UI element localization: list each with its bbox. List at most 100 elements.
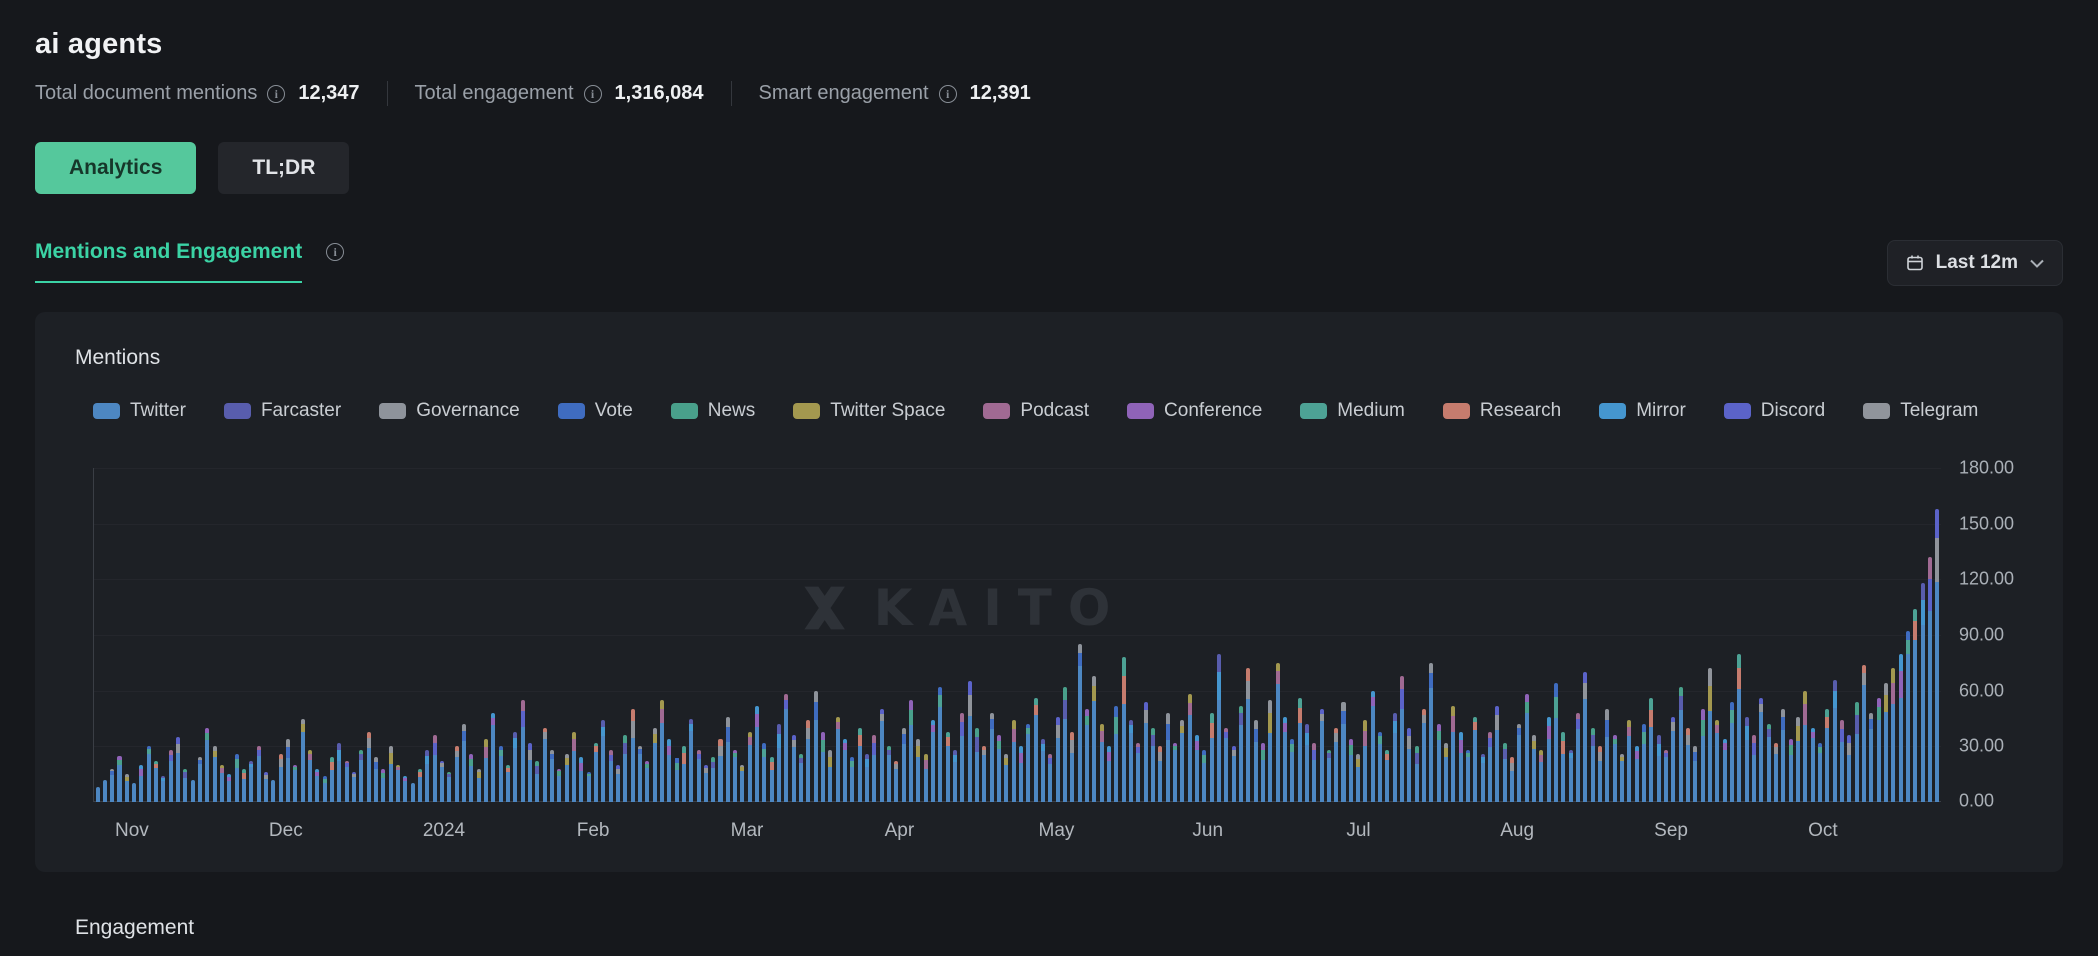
bar[interactable] — [1078, 644, 1082, 802]
bar[interactable] — [1019, 746, 1023, 802]
bar[interactable] — [213, 746, 217, 802]
bar[interactable] — [1591, 728, 1595, 802]
bar[interactable] — [1613, 735, 1617, 802]
bar[interactable] — [433, 735, 437, 802]
bar[interactable] — [1217, 654, 1221, 802]
bar[interactable] — [1928, 557, 1932, 802]
bar[interactable] — [1276, 663, 1280, 802]
bar[interactable] — [176, 737, 180, 802]
info-icon[interactable] — [267, 85, 285, 103]
bar[interactable] — [440, 761, 444, 802]
bar[interactable] — [946, 732, 950, 803]
bar[interactable] — [1605, 709, 1609, 802]
bar[interactable] — [1818, 743, 1822, 802]
bar[interactable] — [704, 765, 708, 802]
info-icon[interactable] — [939, 85, 957, 103]
bar[interactable] — [1188, 694, 1192, 802]
bar[interactable] — [455, 746, 459, 802]
bar[interactable] — [872, 735, 876, 802]
bar[interactable] — [169, 750, 173, 802]
bar[interactable] — [315, 769, 319, 802]
bar[interactable] — [997, 735, 1001, 802]
bar[interactable] — [1803, 691, 1807, 802]
bar[interactable] — [1239, 706, 1243, 802]
bar[interactable] — [1583, 672, 1587, 802]
bar[interactable] — [1144, 702, 1148, 802]
bar[interactable] — [1862, 665, 1866, 802]
bar[interactable] — [381, 769, 385, 802]
bar[interactable] — [1048, 754, 1052, 802]
bar[interactable] — [814, 691, 818, 802]
bar[interactable] — [1459, 732, 1463, 803]
bar[interactable] — [491, 713, 495, 802]
bar[interactable] — [1833, 680, 1837, 802]
legend-item[interactable]: Twitter — [93, 400, 186, 422]
bar[interactable] — [1180, 720, 1184, 802]
bar[interactable] — [506, 765, 510, 802]
tab-tldr[interactable]: TL;DR — [218, 142, 349, 194]
bar[interactable] — [1092, 676, 1096, 802]
bar[interactable] — [1554, 683, 1558, 802]
bar[interactable] — [1598, 746, 1602, 802]
bar[interactable] — [1400, 676, 1404, 802]
bar[interactable] — [843, 739, 847, 802]
bar[interactable] — [902, 728, 906, 802]
bar[interactable] — [894, 761, 898, 802]
bar[interactable] — [1921, 583, 1925, 802]
bar[interactable] — [1796, 717, 1800, 802]
bar[interactable] — [1100, 724, 1104, 802]
bar[interactable] — [535, 761, 539, 802]
bar[interactable] — [1056, 717, 1060, 802]
bar[interactable] — [1349, 739, 1353, 802]
bar[interactable] — [982, 746, 986, 802]
bar[interactable] — [1129, 720, 1133, 802]
bar[interactable] — [1525, 694, 1529, 802]
bar[interactable] — [1708, 668, 1712, 802]
bar[interactable] — [183, 769, 187, 802]
bar[interactable] — [477, 769, 481, 802]
legend-item[interactable]: Mirror — [1599, 400, 1686, 422]
bar[interactable] — [484, 739, 488, 802]
bar[interactable] — [1935, 509, 1939, 802]
bar[interactable] — [1481, 754, 1485, 802]
bar[interactable] — [1679, 687, 1683, 802]
bar[interactable] — [1847, 735, 1851, 802]
bar[interactable] — [1532, 735, 1536, 802]
bar[interactable] — [205, 728, 209, 802]
bar[interactable] — [418, 769, 422, 802]
legend-item[interactable]: Governance — [379, 400, 520, 422]
bar[interactable] — [264, 772, 268, 802]
bar[interactable] — [645, 761, 649, 802]
bar[interactable] — [675, 757, 679, 802]
bar[interactable] — [638, 746, 642, 802]
bar[interactable] — [1283, 717, 1287, 802]
bar[interactable] — [1488, 732, 1492, 803]
bar[interactable] — [1026, 724, 1030, 802]
legend-item[interactable]: Research — [1443, 400, 1561, 422]
legend-item[interactable]: Conference — [1127, 400, 1262, 422]
bar[interactable] — [1547, 717, 1551, 802]
bar[interactable] — [308, 750, 312, 802]
bar[interactable] — [1891, 668, 1895, 802]
bar[interactable] — [1671, 717, 1675, 802]
bar[interactable] — [1664, 750, 1668, 802]
bar[interactable] — [330, 757, 334, 802]
bar[interactable] — [1781, 709, 1785, 802]
bar[interactable] — [352, 772, 356, 802]
bar[interactable] — [726, 717, 730, 802]
bar[interactable] — [770, 757, 774, 802]
bar[interactable] — [1210, 713, 1214, 802]
bar[interactable] — [821, 732, 825, 803]
tab-analytics[interactable]: Analytics — [35, 142, 196, 194]
bar[interactable] — [653, 728, 657, 802]
bar[interactable] — [220, 765, 224, 802]
bar[interactable] — [227, 774, 231, 802]
bar[interactable] — [1122, 657, 1126, 802]
legend-item[interactable]: Podcast — [983, 400, 1089, 422]
bar[interactable] — [909, 700, 913, 802]
bar[interactable] — [740, 765, 744, 802]
bar[interactable] — [609, 750, 613, 802]
bar[interactable] — [367, 732, 371, 803]
bar[interactable] — [953, 750, 957, 802]
bar[interactable] — [1385, 750, 1389, 802]
